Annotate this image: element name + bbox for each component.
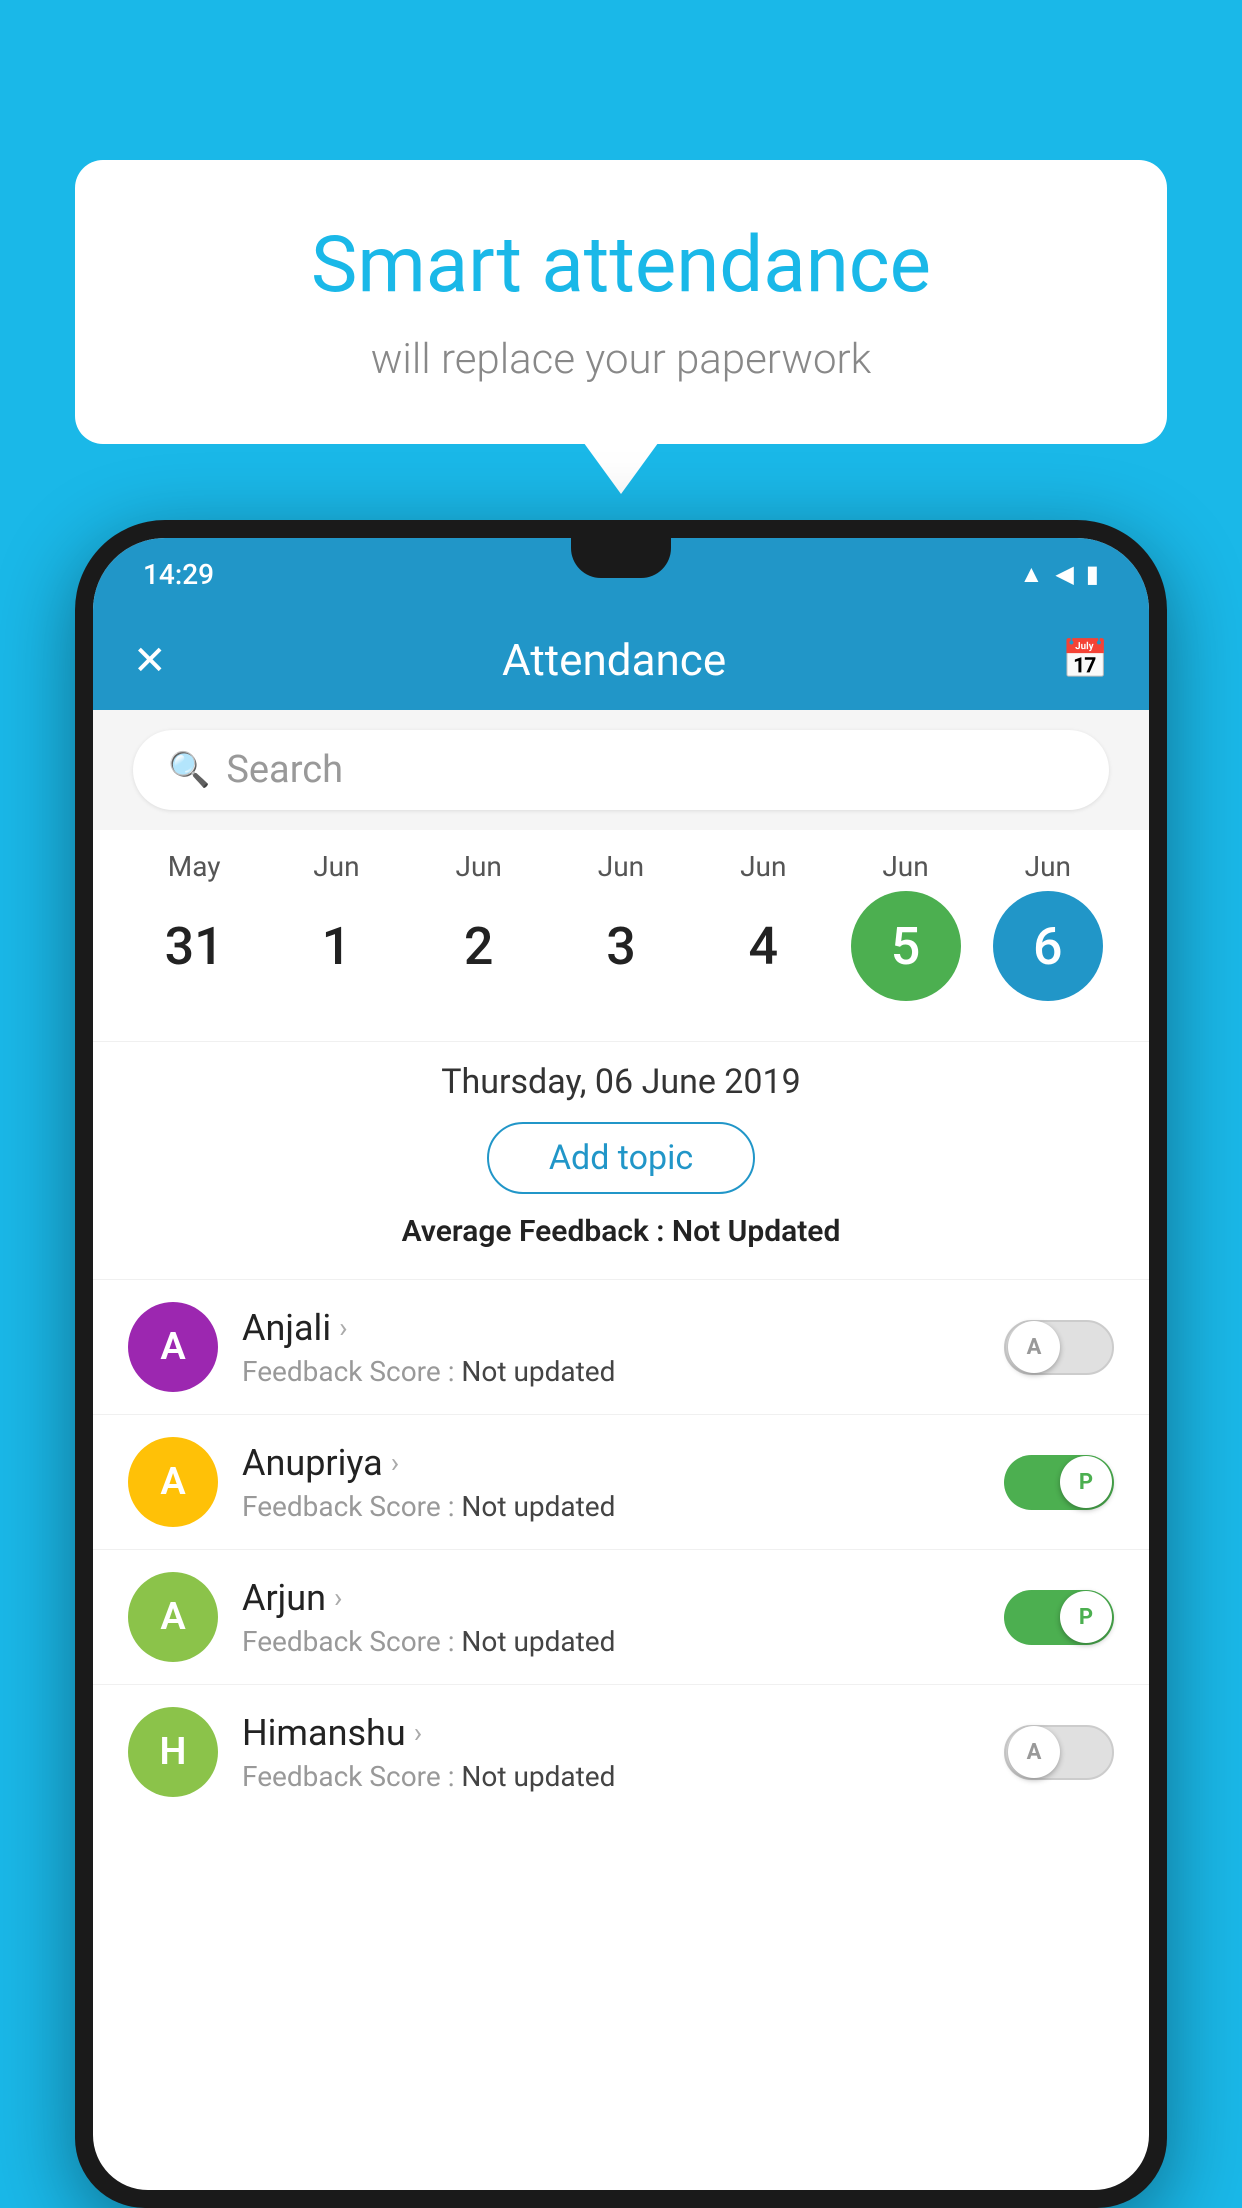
date-item-2[interactable]: Jun 2 (414, 850, 544, 1001)
search-icon: 🔍 (168, 750, 210, 790)
avg-feedback-value: Not Updated (672, 1214, 840, 1249)
student-item-3: H Himanshu › Feedback Score : Not updated A (93, 1684, 1149, 1819)
search-container: 🔍 Search (93, 710, 1149, 830)
date-item-4[interactable]: Jun 4 (698, 850, 828, 1001)
feedback-score: Feedback Score : Not updated (242, 1355, 980, 1388)
date-month: Jun (598, 850, 644, 883)
date-item-3[interactable]: Jun 3 (556, 850, 686, 1001)
date-day[interactable]: 1 (281, 891, 391, 1001)
student-name[interactable]: Himanshu › (242, 1712, 980, 1754)
date-item-0[interactable]: May 31 (129, 850, 259, 1001)
speech-bubble: Smart attendance will replace your paper… (75, 160, 1167, 444)
feedback-score: Feedback Score : Not updated (242, 1625, 980, 1658)
wifi-icon: ▲ (1020, 560, 1044, 589)
app-bar-title: Attendance (502, 634, 726, 686)
signal-icon: ◀ (1055, 560, 1073, 588)
feedback-score: Feedback Score : Not updated (242, 1760, 980, 1793)
date-month: Jun (456, 850, 502, 883)
attendance-toggle[interactable]: P (1004, 1590, 1114, 1645)
student-item-1: A Anupriya › Feedback Score : Not updated P (93, 1414, 1149, 1549)
student-name[interactable]: Arjun › (242, 1577, 980, 1619)
date-day[interactable]: 3 (566, 891, 676, 1001)
calendar-button[interactable]: 📅 (1062, 638, 1109, 682)
date-month: Jun (1025, 850, 1071, 883)
avg-feedback-label: Average Feedback : (402, 1214, 672, 1249)
student-avatar: H (128, 1707, 218, 1797)
toggle-knob: A (1008, 1321, 1060, 1373)
toggle-knob: P (1060, 1591, 1112, 1643)
chevron-icon: › (391, 1446, 399, 1479)
chevron-icon: › (414, 1716, 422, 1749)
student-item-2: A Arjun › Feedback Score : Not updated P (93, 1549, 1149, 1684)
feedback-score: Feedback Score : Not updated (242, 1490, 980, 1523)
add-topic-button[interactable]: Add topic (487, 1122, 755, 1194)
student-name[interactable]: Anjali › (242, 1307, 980, 1349)
attendance-toggle[interactable]: A (1004, 1725, 1114, 1780)
date-day[interactable]: 5 (851, 891, 961, 1001)
status-bar: 14:29 ▲ ◀ ▮ (93, 538, 1149, 610)
student-info: Arjun › Feedback Score : Not updated (242, 1577, 980, 1658)
chevron-icon: › (339, 1311, 347, 1344)
date-selector: May 31 Jun 1 Jun 2 Jun 3 Jun 4 Jun 5 Jun 6 (93, 830, 1149, 1041)
toggle-knob: P (1060, 1456, 1112, 1508)
status-time: 14:29 (143, 558, 214, 591)
average-feedback: Average Feedback : Not Updated (93, 1214, 1149, 1264)
battery-icon: ▮ (1086, 560, 1099, 588)
date-day[interactable]: 6 (993, 891, 1103, 1001)
student-item-0: A Anjali › Feedback Score : Not updated A (93, 1279, 1149, 1414)
bubble-subtitle: will replace your paperwork (155, 335, 1087, 384)
date-day[interactable]: 31 (139, 891, 249, 1001)
student-info: Himanshu › Feedback Score : Not updated (242, 1712, 980, 1793)
student-name[interactable]: Anupriya › (242, 1442, 980, 1484)
date-day[interactable]: 2 (424, 891, 534, 1001)
date-month: Jun (313, 850, 359, 883)
date-item-6[interactable]: Jun 6 (983, 850, 1113, 1001)
student-info: Anjali › Feedback Score : Not updated (242, 1307, 980, 1388)
app-bar: ✕ Attendance 📅 (93, 610, 1149, 710)
attendance-toggle[interactable]: P (1004, 1455, 1114, 1510)
student-avatar: A (128, 1302, 218, 1392)
student-avatar: A (128, 1572, 218, 1662)
chevron-icon: › (334, 1581, 342, 1614)
date-item-1[interactable]: Jun 1 (271, 850, 401, 1001)
search-placeholder: Search (226, 748, 343, 792)
student-info: Anupriya › Feedback Score : Not updated (242, 1442, 980, 1523)
date-day[interactable]: 4 (708, 891, 818, 1001)
bubble-title: Smart attendance (155, 220, 1087, 311)
student-avatar: A (128, 1437, 218, 1527)
selected-date: Thursday, 06 June 2019 (93, 1062, 1149, 1102)
date-month: May (168, 850, 221, 883)
date-month: Jun (740, 850, 786, 883)
speech-bubble-container: Smart attendance will replace your paper… (75, 160, 1167, 444)
date-info: Thursday, 06 June 2019 Add topic Average… (93, 1041, 1149, 1279)
close-button[interactable]: ✕ (133, 637, 167, 684)
search-bar[interactable]: 🔍 Search (133, 730, 1109, 810)
student-list: AAnjali ›Feedback Score : Not updatedAAA… (93, 1279, 1149, 1819)
date-row: May 31 Jun 1 Jun 2 Jun 3 Jun 4 Jun 5 Jun 6 (123, 850, 1119, 1001)
status-icons: ▲ ◀ ▮ (1020, 560, 1099, 589)
toggle-knob: A (1008, 1726, 1060, 1778)
phone-frame: 14:29 ▲ ◀ ▮ ✕ Attendance 📅 🔍 Search May 3… (75, 520, 1167, 2208)
date-item-5[interactable]: Jun 5 (841, 850, 971, 1001)
phone-screen: 14:29 ▲ ◀ ▮ ✕ Attendance 📅 🔍 Search May 3… (93, 538, 1149, 2190)
date-month: Jun (882, 850, 928, 883)
attendance-toggle[interactable]: A (1004, 1320, 1114, 1375)
